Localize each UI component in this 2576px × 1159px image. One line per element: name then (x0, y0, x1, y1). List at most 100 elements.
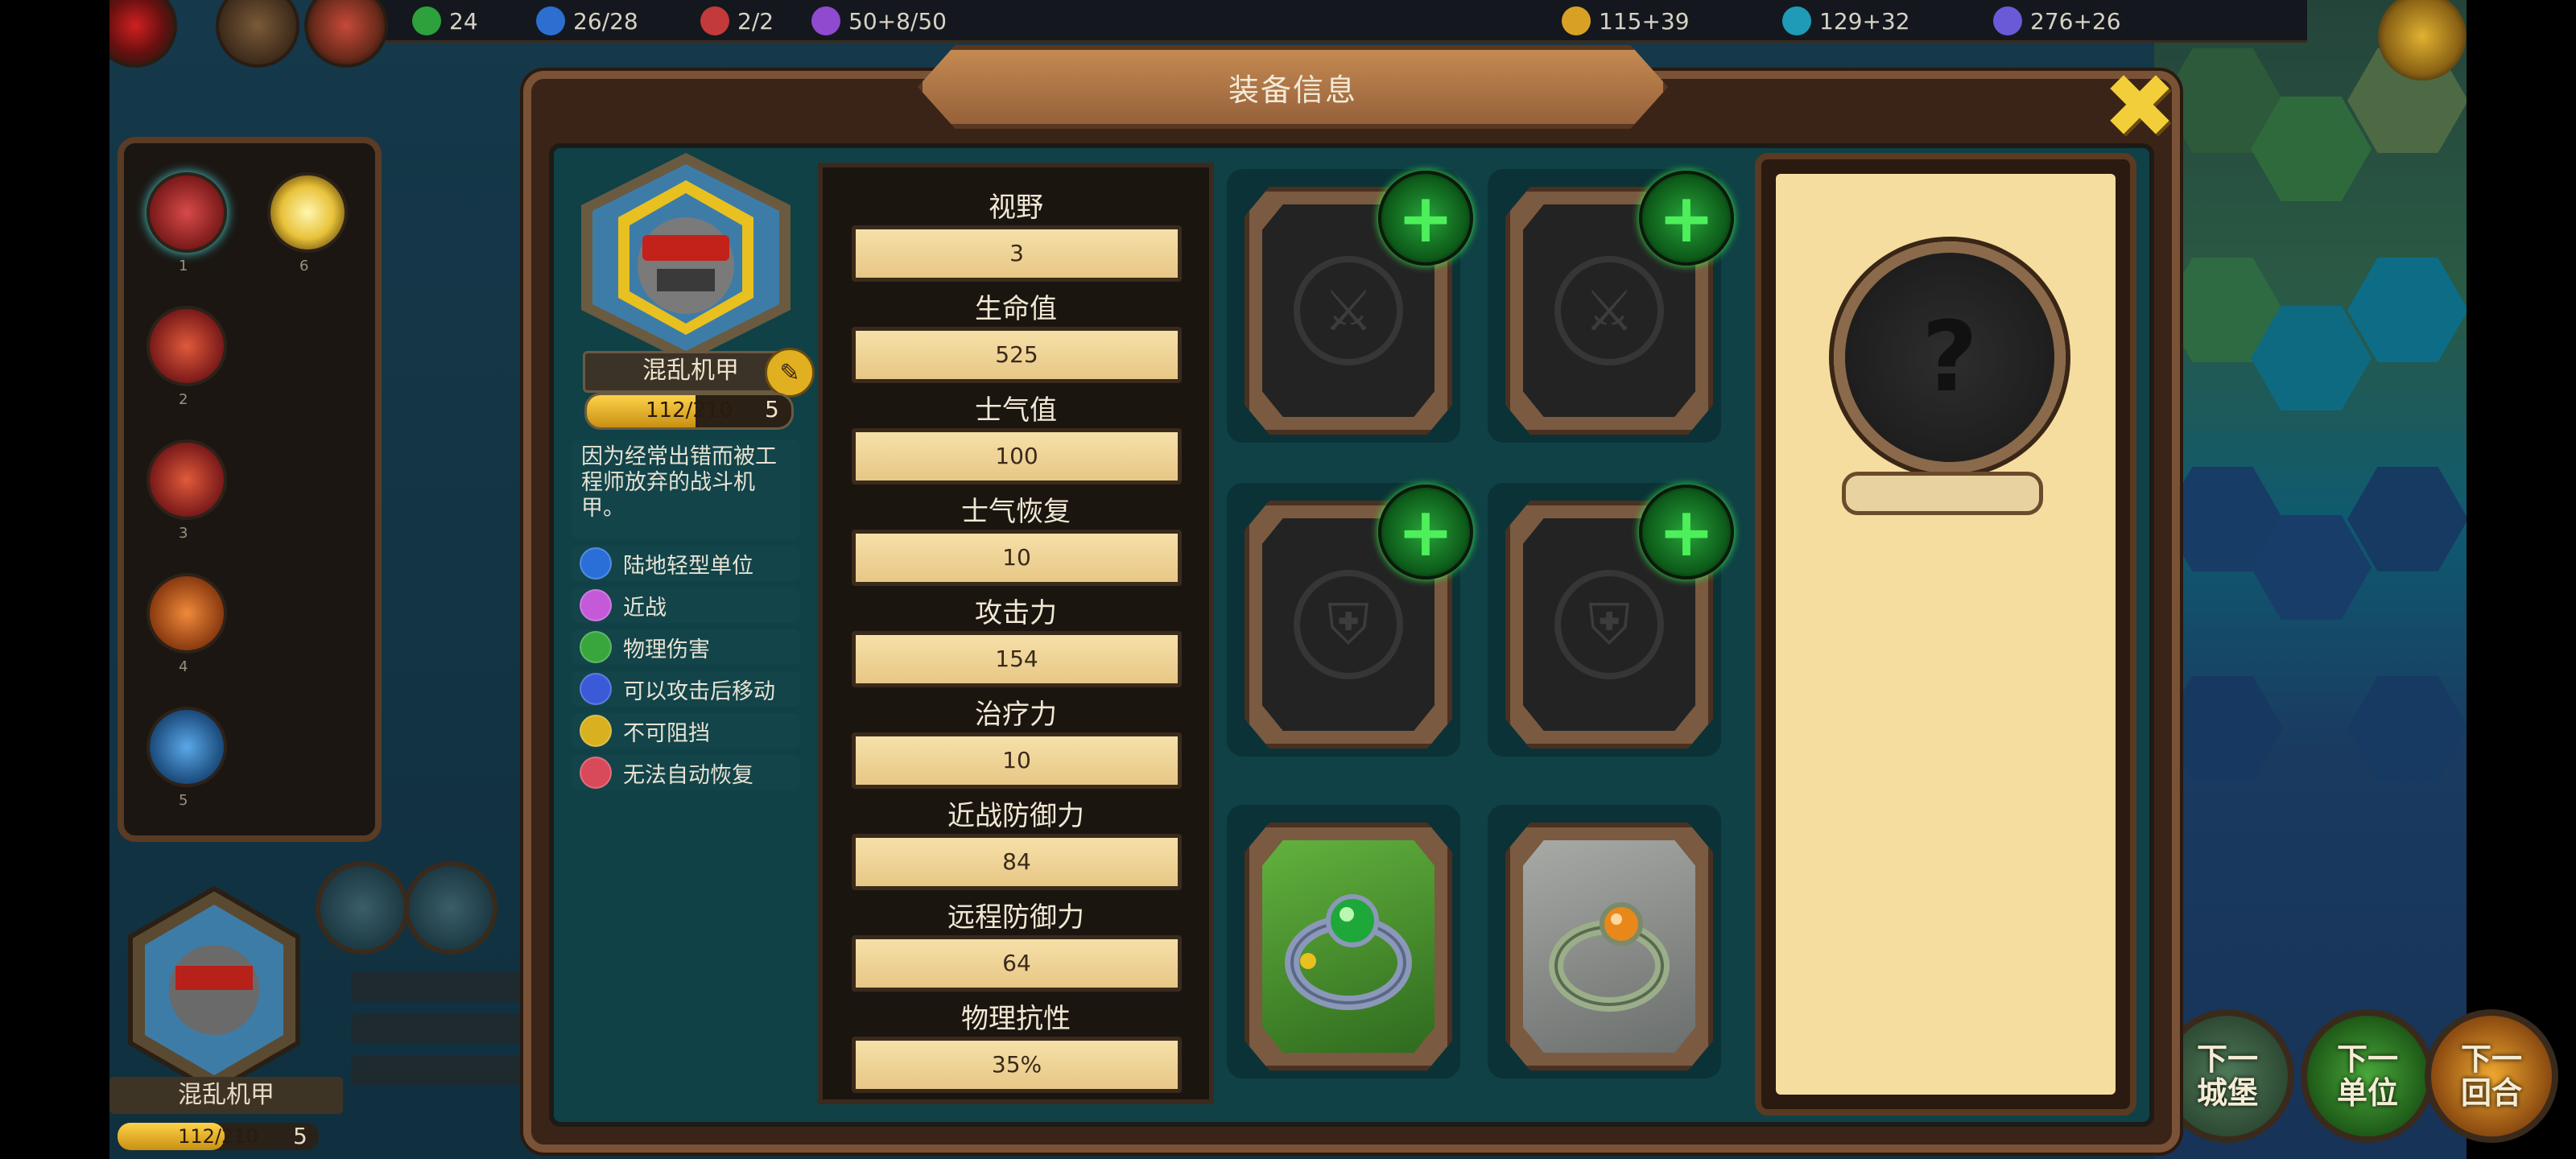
resource-units[interactable]: 26/28 (536, 5, 638, 37)
stat-value: 3 (852, 225, 1182, 282)
bag-button[interactable] (216, 0, 299, 68)
skill-panel: 1 6 2 3 4 5 (118, 137, 382, 842)
map-hex[interactable] (2347, 258, 2467, 362)
hero-icon (700, 6, 729, 35)
ring-slot-1[interactable] (1227, 805, 1460, 1079)
stat-label: 治疗力 (975, 699, 1057, 731)
skill-number: 3 (179, 525, 188, 542)
stat-value: 35% (852, 1037, 1182, 1093)
armor-slot-icon: ⛨ (1294, 570, 1403, 679)
move-after-attack-icon (580, 673, 612, 705)
next-turn-button[interactable]: 下一 回合 (2425, 1009, 2558, 1143)
physical-damage-icon (580, 631, 612, 663)
sun-skill-icon[interactable] (267, 172, 348, 253)
unit-stat-row (351, 1056, 544, 1085)
wind-skill-icon[interactable] (147, 306, 227, 386)
resource-heroes[interactable]: 2/2 (700, 5, 774, 37)
resource-value: 50+8/50 (848, 7, 947, 35)
stat-value: 525 (852, 327, 1182, 383)
research-icon (1993, 6, 2022, 35)
selected-unit-name: 混乱机甲 (109, 1077, 343, 1114)
stat-label: 远程防御力 (947, 901, 1084, 934)
stats-list[interactable]: 视野 3 生命值 525 士气值 100 士气恢复 10 攻击力 154 治疗力… (818, 163, 1214, 1104)
stat-label: 视野 (989, 192, 1043, 224)
stat-value: 100 (852, 428, 1182, 485)
unit-count-icon (536, 6, 565, 35)
melee-icon (580, 589, 612, 621)
stat-label: 物理抗性 (961, 1003, 1071, 1035)
next-unit-button[interactable]: 下一 单位 (2301, 1009, 2434, 1143)
resource-value: 26/28 (573, 7, 638, 35)
dialog-title: 装备信息 (1228, 72, 1357, 108)
trait-unstoppable: 不可阻挡 (572, 713, 800, 749)
unit-stat-row (351, 1014, 544, 1043)
stat-label: 士气恢复 (961, 496, 1071, 528)
upgrade-button[interactable] (316, 861, 409, 955)
gold-icon (1562, 6, 1591, 35)
pencil-edit-icon[interactable]: ✎ (765, 348, 815, 398)
figure-skill-icon[interactable] (147, 707, 227, 787)
add-equipment-plus-icon[interactable]: + (1639, 485, 1734, 580)
trait-land-light-unit: 陆地轻型单位 (572, 546, 800, 581)
book-icon (1782, 6, 1811, 35)
trait-label: 无法自动恢复 (623, 762, 753, 788)
resource-research[interactable]: 276+26 (1993, 5, 2121, 37)
resource-value: 24 (449, 7, 478, 35)
skill-number: 4 (179, 658, 188, 675)
unit-avatar (592, 164, 779, 351)
resource-book[interactable]: 129+32 (1782, 5, 1910, 37)
stat-label: 攻击力 (975, 597, 1057, 629)
resource-value: 276+26 (2030, 7, 2121, 35)
trait-move-after-attack: 可以攻击后移动 (572, 671, 800, 707)
right-letterbox (2467, 0, 2576, 1159)
tools-skill-icon[interactable] (147, 573, 227, 654)
world-map[interactable] (2154, 0, 2467, 1159)
trait-label: 陆地轻型单位 (623, 553, 753, 579)
skill-number: 6 (299, 258, 309, 274)
population-icon (412, 6, 441, 35)
stat-value: 10 (852, 530, 1182, 586)
resource-mana[interactable]: 50+8/50 (811, 5, 947, 37)
add-equipment-plus-icon[interactable]: + (1639, 171, 1734, 266)
stat-value: 154 (852, 631, 1182, 687)
sword-skill-icon[interactable] (147, 172, 227, 253)
armor-slot-icon: ⛨ (1554, 570, 1664, 679)
codex-book-button[interactable] (404, 861, 497, 955)
unit-level: 5 (765, 396, 779, 423)
trait-label: 物理伤害 (623, 637, 710, 662)
shop-button[interactable] (304, 0, 388, 68)
trait-melee: 近战 (572, 588, 800, 623)
resource-bar: 24 26/28 2/2 50+8/50 115+39 129+32 276+2… (343, 0, 2307, 43)
unit-description: 因为经常出错而被工程师放弃的战斗机甲。 (572, 439, 800, 539)
skill-number: 1 (179, 258, 188, 274)
land-light-unit-icon (580, 547, 612, 580)
left-letterbox (0, 0, 109, 1159)
resource-gold[interactable]: 115+39 (1562, 5, 1690, 37)
sword-slot-icon: ⚔ (1554, 256, 1664, 365)
unknown-item-question-icon: ? (1834, 241, 2066, 473)
spear-skill-icon[interactable] (147, 439, 227, 520)
close-x-icon[interactable]: ✖ (2101, 62, 2178, 151)
hp-text: 112/210 (645, 398, 733, 423)
item-name-plate (1842, 472, 2043, 515)
stat-value: 84 (852, 834, 1182, 890)
unstoppable-icon (580, 715, 612, 747)
no-regen-icon (580, 757, 612, 789)
map-hex[interactable] (2347, 676, 2467, 781)
skill-number: 2 (179, 391, 188, 408)
add-equipment-plus-icon[interactable]: + (1378, 171, 1473, 266)
ring-slot-2[interactable] (1488, 805, 1721, 1079)
selected-unit-hp-bar: 112/210 (118, 1123, 319, 1150)
map-hex[interactable] (2162, 676, 2283, 781)
stat-label: 近战防御力 (947, 800, 1084, 832)
resource-population[interactable]: 24 (412, 5, 478, 37)
next-castle-button[interactable]: 下一 城堡 (2161, 1009, 2294, 1143)
selected-unit-hp-text: 112/210 (178, 1125, 258, 1148)
skill-number: 5 (179, 792, 188, 809)
map-hex[interactable] (2347, 467, 2467, 571)
add-equipment-plus-icon[interactable]: + (1378, 485, 1473, 580)
menu-button[interactable] (109, 0, 177, 68)
selected-unit-level: 5 (293, 1123, 308, 1149)
selected-unit-portrait[interactable] (126, 885, 303, 1095)
trait-label: 可以攻击后移动 (623, 678, 775, 704)
